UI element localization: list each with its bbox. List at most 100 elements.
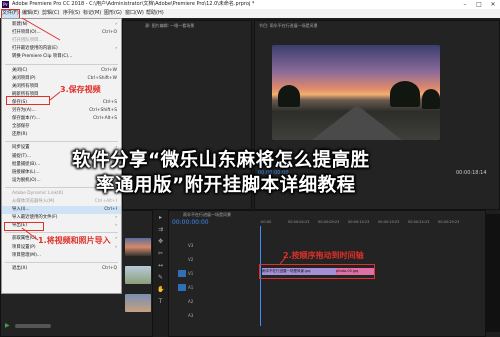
file-menu-item-label: 关闭项目(P) (12, 75, 36, 81)
file-menu-item-label: 捕捉(T)... (12, 153, 32, 159)
file-menu-item-label: Adobe Dynamic Link(K) (12, 190, 64, 196)
file-menu-item-shortcut: Ctrl+Shift+W (87, 75, 118, 81)
overlay-headline-line1: 软件分享“微乐山东麻将怎么提高胜 (72, 150, 370, 171)
file-menu-item-shortcut: Ctrl+Shift+S (89, 108, 117, 113)
project-thumbnail[interactable] (125, 266, 151, 284)
file-menu-item[interactable]: 项目管理(M)... (2, 252, 121, 260)
file-menu-item-label: 另存为(A)... (12, 108, 36, 113)
ruler-tick: 00:00:14:23 (348, 220, 370, 224)
tree-shape (422, 89, 440, 109)
track-a1: A1 (188, 285, 194, 290)
zoom-slider[interactable] (15, 324, 51, 328)
file-menu-item[interactable]: 关闭项目(P) Ctrl+Shift+W (2, 75, 121, 83)
ruler-tick: :00:00 (260, 220, 272, 224)
menu-window[interactable]: 窗口(W) (125, 9, 144, 18)
menu-graphics[interactable]: 图形(G) (104, 9, 122, 18)
file-menu-item[interactable]: 打开最近使用的内容(E) › (2, 45, 121, 53)
source-panel-tab[interactable]: 源: 图片编辑: 一眼一看场景 (145, 23, 194, 29)
ruler-tick: 00:00:09:23 (318, 220, 340, 224)
file-menu-item-shortcut: Ctrl+I (104, 207, 117, 213)
project-thumbnail[interactable] (125, 238, 151, 256)
menu-edit[interactable]: 编辑(E) (22, 9, 39, 18)
window-titlebar: Pr Adobe Premiere Pro CC 2018 - C:\用户\Ad… (0, 0, 500, 9)
file-menu-item-label: 设为脱机(O)... (12, 177, 41, 183)
file-menu-item-shortcut: Ctrl+W (101, 67, 117, 73)
ruler-tick: 00:00:24:23 (408, 220, 430, 224)
annotation-step1: 1.将视频和照片导入 (38, 236, 111, 245)
menu-separator (5, 261, 118, 263)
road-shape (312, 105, 402, 140)
file-menu-item[interactable]: 退出(X) Ctrl+Q (2, 265, 121, 273)
file-menu-item[interactable]: 新建(N) › (2, 21, 121, 29)
file-menu-item-label: 从媒体浏览器导入(M) (12, 199, 55, 204)
ruler-tick: 00:00:04:23 (288, 220, 310, 224)
file-menu-item[interactable]: 导入(I)... Ctrl+I (2, 206, 121, 215)
file-menu-item-label: 关闭所有项目 (12, 83, 39, 89)
track-target-a1[interactable] (178, 284, 186, 291)
overlay-headline-line2: 率通用版”附开挂脚本详细教程 (96, 175, 356, 196)
file-menu-item-label: 退出(X) (12, 265, 28, 271)
file-menu-item-label: 导入(I)... (12, 207, 30, 213)
file-menu-item-label: 打开项目(O)... (12, 30, 41, 36)
import-highlight-box (4, 222, 44, 231)
track-a3: A3 (188, 313, 194, 318)
annotation-step3: 3.保存视频 (60, 85, 101, 94)
track-v1: V1 (188, 271, 194, 276)
file-menu-item[interactable]: 导入最近使用的文件(F) › (2, 214, 121, 222)
file-menu-item-label: 保存副本(Y)... (12, 116, 40, 122)
submenu-arrow-icon: › (115, 46, 117, 52)
file-menu-item-label: 全部保存 (12, 124, 30, 130)
file-menu-item: 打开团队项目... (2, 37, 121, 45)
razor-icon[interactable]: ✂ (157, 250, 164, 257)
close-icon[interactable]: ✕ (486, 0, 500, 9)
menu-separator (5, 232, 118, 234)
file-menu-item-shortcut: Ctrl+O (102, 30, 117, 36)
menu-sequence[interactable]: 序列(S) (63, 9, 80, 18)
file-menu-item[interactable]: 关闭(C) Ctrl+W (2, 67, 121, 75)
timeline-timecode[interactable]: 00:00:00:00 (172, 219, 209, 226)
type-icon[interactable]: T (157, 298, 164, 305)
file-menu-item-label: 批量捕捉(B)... (12, 161, 41, 167)
pen-icon[interactable]: ✎ (157, 274, 164, 281)
submenu-arrow-icon: › (115, 215, 117, 221)
file-menu-item[interactable]: 保存副本(Y)... Ctrl+Alt+S (2, 115, 121, 123)
audio-meter (486, 214, 500, 332)
program-duration: 00:00:18:14 (456, 170, 487, 176)
file-menu-item-label: 还原(R) (12, 132, 28, 138)
play-icon[interactable]: ▶ (5, 322, 10, 329)
file-menu-item-shortcut: Ctrl+Alt+S (93, 116, 117, 122)
tree-shape (278, 85, 300, 107)
timeline-clip-highlight-box (259, 264, 375, 279)
file-menu-item-shortcut: Ctrl+Alt+I (94, 199, 117, 204)
track-select-icon[interactable]: ⇉ (157, 226, 164, 233)
timeline-tab[interactable]: 雨伞不在行进展一场是风景 (183, 212, 231, 218)
submenu-arrow-icon: › (115, 22, 117, 27)
file-menu-item-label: 导入最近使用的文件(F) (12, 215, 58, 221)
file-menu-item-label: 同步设置 (12, 145, 30, 151)
maximize-icon[interactable]: □ (472, 0, 486, 9)
file-menu-item[interactable]: 另存为(A)... Ctrl+Shift+S (2, 107, 121, 115)
ripple-edit-icon[interactable]: ✥ (157, 238, 164, 245)
selection-tool-icon[interactable]: ▸ (157, 214, 164, 221)
track-a2: A2 (188, 299, 194, 304)
minimize-icon[interactable]: – (458, 0, 472, 9)
menu-clip[interactable]: 剪辑(C) (42, 9, 59, 18)
ruler-tick: 00:00:19:23 (378, 220, 400, 224)
file-menu-item[interactable]: 打开项目(O)... Ctrl+O (2, 29, 121, 37)
hand-icon[interactable]: ✋ (157, 286, 164, 293)
file-menu-item[interactable]: 还原(R) (2, 131, 121, 139)
file-menu-item-label: 关闭(C) (12, 67, 28, 73)
menu-help[interactable]: 帮助(H) (146, 9, 164, 18)
project-thumbnail[interactable] (125, 294, 151, 312)
menu-marker[interactable]: 标记(M) (83, 9, 101, 18)
file-menu-item-shortcut: Ctrl+S (102, 99, 117, 105)
file-menu-item[interactable]: 全部保存 (2, 123, 121, 131)
file-menu-item[interactable]: 转换 Premiere Clip 项目(C)... (2, 53, 121, 61)
track-target-v1[interactable] (178, 270, 186, 277)
file-menu-item-label: 打开团队项目... (12, 38, 43, 44)
program-panel-tab[interactable]: 节目: 雨伞不在行进展一场是风景 (259, 23, 318, 29)
file-menu-item-label: 链接媒体(L)... (12, 169, 40, 175)
track-v3: V3 (188, 243, 194, 248)
slip-icon[interactable]: ↔ (157, 262, 164, 269)
program-video-frame (272, 45, 440, 140)
